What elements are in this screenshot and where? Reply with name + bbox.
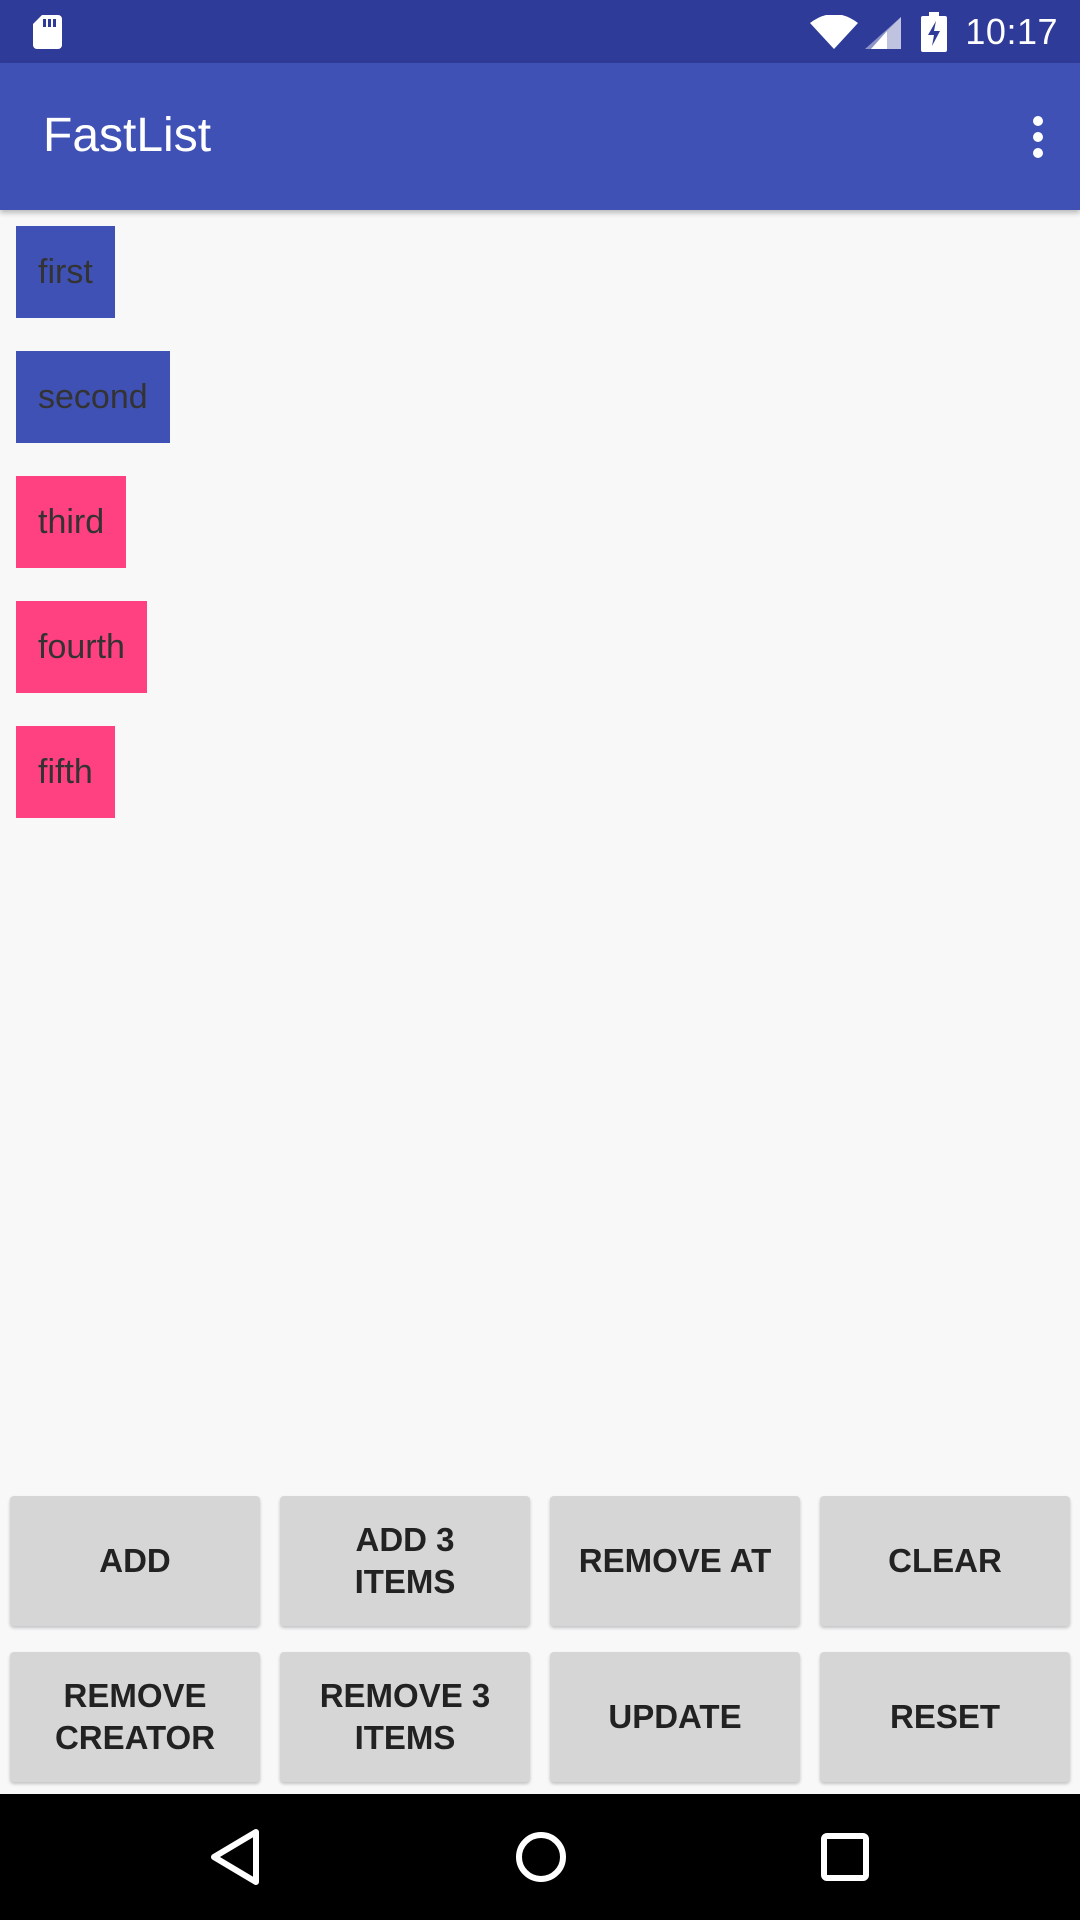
list-item-first[interactable]: first — [16, 226, 115, 318]
more-vert-icon[interactable] — [1006, 100, 1070, 174]
list-item-label: fourth — [38, 627, 125, 666]
list-item-label: third — [38, 502, 105, 541]
status-bar: 10:17 — [0, 0, 1080, 63]
remove-at-button[interactable]: REMOVE AT — [550, 1496, 800, 1626]
list-item-second[interactable]: second — [16, 351, 170, 443]
home-icon[interactable] — [506, 1824, 576, 1890]
action-button-panel: ADD ADD 3 ITEMS REMOVE AT CLEAR REMOVE C… — [0, 1490, 1080, 1790]
add-3-items-button[interactable]: ADD 3 ITEMS — [280, 1496, 530, 1626]
list-item-third[interactable]: third — [16, 476, 127, 568]
list-item-fifth[interactable]: fifth — [16, 726, 115, 818]
wifi-icon — [810, 15, 858, 49]
menu-dot — [1033, 132, 1043, 142]
update-button[interactable]: UPDATE — [550, 1652, 800, 1782]
list-item-label: second — [38, 377, 148, 416]
navigation-bar — [0, 1794, 1080, 1920]
reset-button[interactable]: RESET — [820, 1652, 1070, 1782]
list-item-fourth[interactable]: fourth — [16, 601, 147, 693]
back-icon[interactable] — [200, 1824, 270, 1890]
list-item-label: first — [38, 252, 93, 291]
app-bar: FastList — [0, 63, 1080, 210]
list-item-label: fifth — [38, 752, 93, 791]
remove-creator-button[interactable]: REMOVE CREATOR — [10, 1652, 260, 1782]
clear-button[interactable]: CLEAR — [820, 1496, 1070, 1626]
menu-dot — [1033, 148, 1043, 158]
add-button[interactable]: ADD — [10, 1496, 260, 1626]
app-screen: 10:17 FastList first second third fourth… — [0, 0, 1080, 1920]
recents-icon[interactable] — [810, 1824, 880, 1890]
status-bar-clock: 10:17 — [965, 11, 1058, 52]
app-title: FastList — [43, 109, 212, 162]
remove-3-items-button[interactable]: REMOVE 3 ITEMS — [280, 1652, 530, 1782]
menu-dot — [1033, 116, 1043, 126]
cell-signal-icon — [865, 17, 901, 49]
battery-charging-icon — [921, 12, 947, 52]
sd-card-icon — [33, 15, 62, 49]
